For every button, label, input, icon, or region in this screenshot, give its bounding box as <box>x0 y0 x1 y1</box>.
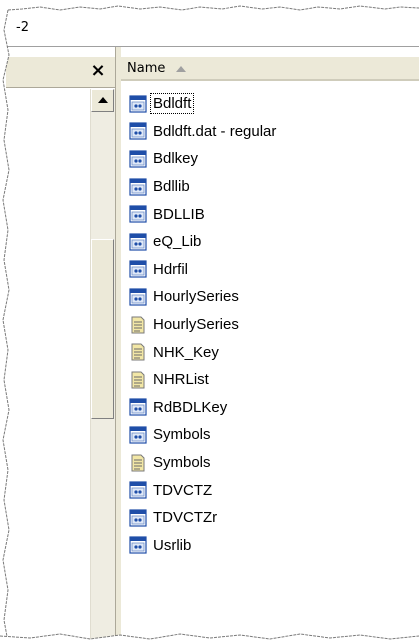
file-list-item[interactable]: Hdrfil <box>129 256 419 284</box>
file-name: Usrlib <box>153 536 192 554</box>
folders-scrollbar[interactable] <box>90 89 116 642</box>
file-list-item[interactable]: TDVCTZr <box>129 504 419 532</box>
form-icon <box>129 205 147 223</box>
sort-ascending-icon <box>176 66 186 72</box>
file-name: BDLLIB <box>153 205 205 223</box>
title-bar <box>6 8 419 46</box>
file-list-item[interactable]: HourlySeries <box>129 311 419 339</box>
file-name: Bdllib <box>153 178 190 196</box>
explorer-window-crop: -2 × Name Bdldft Bdldft.dat - regular Bd… <box>0 0 419 642</box>
form-icon <box>129 481 147 499</box>
form-icon <box>129 122 147 140</box>
name-column-label: Name <box>127 61 166 76</box>
folders-pane-header: × <box>6 57 115 88</box>
document-icon <box>129 316 147 334</box>
file-list-item[interactable]: HourlySeries <box>129 283 419 311</box>
file-list-pane: Name Bdldft Bdldft.dat - regular Bdlkey … <box>121 57 419 642</box>
file-list-item[interactable]: Bdldft.dat - regular <box>129 118 419 146</box>
file-list-item[interactable]: TDVCTZ <box>129 476 419 504</box>
form-icon <box>129 536 147 554</box>
title-separator <box>6 46 419 47</box>
file-list-item[interactable]: NHRList <box>129 366 419 394</box>
file-name: NHRList <box>153 371 209 389</box>
form-icon <box>129 177 147 196</box>
document-icon <box>129 454 147 472</box>
file-name: NHK_Key <box>153 343 219 361</box>
folders-pane: × <box>6 57 116 642</box>
form-icon <box>129 95 147 113</box>
file-list-item[interactable]: Bdlkey <box>129 145 419 173</box>
scroll-thumb[interactable] <box>91 239 114 419</box>
close-icon[interactable]: × <box>88 61 108 81</box>
file-name: RdBDLKey <box>153 398 228 416</box>
file-list-item[interactable]: eQ_Lib <box>129 228 419 256</box>
document-icon <box>129 343 147 361</box>
file-list: Bdldft Bdldft.dat - regular Bdlkey Bdlli… <box>129 90 419 559</box>
name-column-header[interactable]: Name <box>121 57 419 81</box>
file-list-item[interactable]: BDLLIB <box>129 200 419 228</box>
file-name: Symbols <box>153 454 211 472</box>
form-icon <box>129 150 147 168</box>
form-icon <box>129 233 147 251</box>
file-name: TDVCTZ <box>153 481 213 499</box>
form-icon <box>129 509 147 527</box>
file-list-item[interactable]: Bdllib <box>129 173 419 201</box>
file-list-item[interactable]: NHK_Key <box>129 338 419 366</box>
file-name: eQ_Lib <box>153 233 202 251</box>
file-list-item[interactable]: Symbols <box>129 421 419 449</box>
file-name: Bdlkey <box>153 150 199 168</box>
form-icon <box>129 260 147 278</box>
file-name: Hdrfil <box>153 260 189 278</box>
file-name: Symbols <box>153 426 211 444</box>
form-icon <box>129 288 147 306</box>
file-name: TDVCTZr <box>153 509 218 527</box>
document-icon <box>129 371 147 389</box>
file-list-item[interactable]: Symbols <box>129 449 419 477</box>
arrow-up-icon <box>98 97 108 103</box>
scroll-up-button[interactable] <box>91 89 114 112</box>
file-list-item[interactable]: Bdldft <box>129 90 419 118</box>
file-list-item[interactable]: Usrlib <box>129 532 419 560</box>
file-name: HourlySeries <box>153 316 239 334</box>
file-name: Bdldft.dat - regular <box>153 122 277 140</box>
form-icon <box>129 426 147 444</box>
form-icon <box>129 398 147 416</box>
window-title: -2 <box>16 20 29 35</box>
file-name: Bdldft <box>149 93 195 115</box>
file-list-item[interactable]: RdBDLKey <box>129 394 419 422</box>
file-name: HourlySeries <box>153 288 239 306</box>
